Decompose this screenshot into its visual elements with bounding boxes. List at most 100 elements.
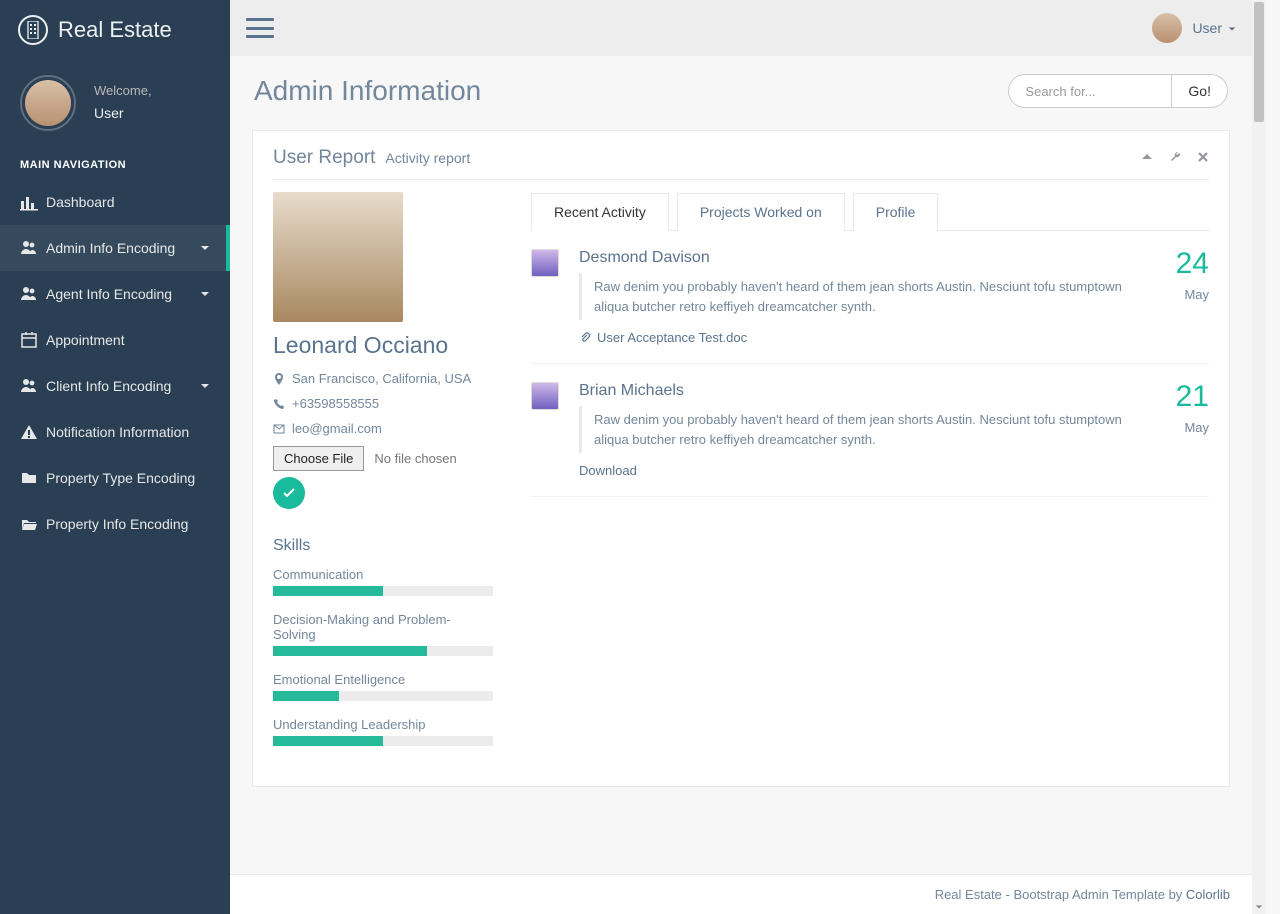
menu-toggle-icon[interactable] [246, 18, 274, 38]
skill-label: Emotional Entelligence [273, 672, 493, 687]
building-icon [18, 15, 48, 45]
search-input[interactable] [1008, 74, 1172, 108]
users-icon [20, 239, 46, 257]
paperclip-icon [579, 332, 591, 344]
feed-month: May [1149, 420, 1209, 435]
avatar [531, 382, 559, 410]
profile-name: Leonard Occiano [273, 332, 493, 359]
chevron-down-icon [200, 240, 210, 256]
user-menu-label: User [1192, 20, 1222, 36]
avatar [1152, 13, 1182, 43]
sidebar-item-admin-info[interactable]: Admin Info Encoding [0, 225, 230, 271]
feed-name: Brian Michaels [579, 382, 1149, 400]
tabs: Recent Activity Projects Worked on Profi… [531, 192, 1209, 231]
search-group: Go! [1008, 74, 1228, 108]
footer-link[interactable]: Colorlib [1186, 887, 1230, 902]
feed-date: 21 May [1149, 382, 1209, 478]
search-go-button[interactable]: Go! [1172, 74, 1228, 108]
wrench-icon[interactable] [1169, 150, 1181, 166]
sidebar-item-label: Dashboard [46, 194, 115, 210]
welcome-greeting: Welcome, [94, 81, 152, 102]
collapse-icon[interactable] [1141, 150, 1153, 166]
page-header: Admin Information Go! [230, 56, 1252, 120]
caret-down-icon [1228, 20, 1236, 36]
panel-user-report: User Report Activity report Leonard Occi… [252, 130, 1230, 787]
sidebar-item-property-info[interactable]: Property Info Encoding [0, 501, 230, 547]
feed-attachment[interactable]: User Acceptance Test.doc [579, 330, 1149, 345]
activity-column: Recent Activity Projects Worked on Profi… [531, 192, 1209, 762]
calendar-icon [20, 331, 46, 349]
panel-title: User Report [273, 147, 375, 169]
phone-icon [273, 398, 285, 410]
tab-projects[interactable]: Projects Worked on [677, 193, 845, 231]
scrollbar-thumb[interactable] [1254, 2, 1264, 122]
skill-item: Decision-Making and Problem-Solving [273, 612, 493, 656]
feed-day: 21 [1149, 382, 1209, 412]
feed-attachment[interactable]: Download [579, 463, 1149, 478]
sidebar-item-client-info[interactable]: Client Info Encoding [0, 363, 230, 409]
profile-email: leo@gmail.com [273, 421, 493, 436]
sidebar-item-label: Property Info Encoding [46, 516, 188, 532]
sidebar-item-label: Appointment [46, 332, 125, 348]
skill-item: Emotional Entelligence [273, 672, 493, 701]
map-marker-icon [273, 373, 285, 385]
user-menu[interactable]: User [1152, 13, 1236, 43]
users-icon [20, 377, 46, 395]
bar-chart-icon [20, 193, 46, 211]
progress-bar [273, 691, 493, 701]
tab-recent-activity[interactable]: Recent Activity [531, 193, 669, 231]
skill-item: Understanding Leadership [273, 717, 493, 746]
chevron-down-icon [200, 378, 210, 394]
sidebar-item-label: Agent Info Encoding [46, 286, 172, 302]
skill-item: Communication [273, 567, 493, 596]
close-icon[interactable] [1197, 150, 1209, 166]
scroll-down-icon[interactable] [1252, 900, 1266, 914]
users-icon [20, 285, 46, 303]
warning-icon [20, 423, 46, 441]
avatar [531, 249, 559, 277]
confirm-button[interactable] [273, 477, 305, 509]
folder-open-icon [20, 515, 46, 533]
panel-header: User Report Activity report [273, 147, 1209, 180]
profile-location: San Francisco, California, USA [273, 371, 493, 386]
tab-profile[interactable]: Profile [853, 193, 939, 231]
feed-text: Raw denim you probably haven't heard of … [579, 406, 1149, 453]
welcome-name: User [94, 102, 152, 124]
feed-text: Raw denim you probably haven't heard of … [579, 273, 1149, 320]
sidebar-item-agent-info[interactable]: Agent Info Encoding [0, 271, 230, 317]
brand-text: Real Estate [58, 17, 172, 43]
file-placeholder: No file chosen [374, 451, 456, 466]
sidebar-item-appointment[interactable]: Appointment [0, 317, 230, 363]
sidebar-item-notification[interactable]: Notification Information [0, 409, 230, 455]
sidebar-item-dashboard[interactable]: Dashboard [0, 179, 230, 225]
feed-item: Brian Michaels Raw denim you probably hav… [531, 364, 1209, 497]
progress-bar [273, 646, 493, 656]
sidebar-item-label: Client Info Encoding [46, 378, 171, 394]
skill-label: Decision-Making and Problem-Solving [273, 612, 493, 642]
sidebar: Real Estate Welcome, User MAIN NAVIGATIO… [0, 0, 230, 914]
scrollbar-vertical[interactable] [1252, 0, 1266, 914]
feed-date: 24May [1149, 249, 1209, 345]
check-icon [282, 486, 296, 500]
brand[interactable]: Real Estate [0, 0, 230, 60]
profile-column: Leonard Occiano San Francisco, Californi… [273, 192, 493, 762]
panel-subtitle: Activity report [385, 150, 470, 166]
sidebar-user: Welcome, User [0, 60, 230, 151]
progress-bar [273, 586, 493, 596]
feed-month: May [1149, 287, 1209, 302]
avatar [20, 75, 76, 131]
main: User Admin Information Go! User Report A… [230, 0, 1252, 914]
sidebar-item-property-type[interactable]: Property Type Encoding [0, 455, 230, 501]
skill-label: Communication [273, 567, 493, 582]
feed-name: Desmond Davison [579, 249, 1149, 267]
envelope-icon [273, 423, 285, 435]
sidebar-item-label: Notification Information [46, 424, 189, 440]
sidebar-item-label: Admin Info Encoding [46, 240, 175, 256]
nav-heading: MAIN NAVIGATION [0, 151, 230, 179]
progress-bar [273, 736, 493, 746]
sidebar-item-label: Property Type Encoding [46, 470, 195, 486]
profile-photo [273, 192, 403, 322]
page-title: Admin Information [254, 75, 481, 107]
folder-icon [20, 469, 46, 487]
choose-file-button[interactable]: Choose File [273, 446, 364, 471]
